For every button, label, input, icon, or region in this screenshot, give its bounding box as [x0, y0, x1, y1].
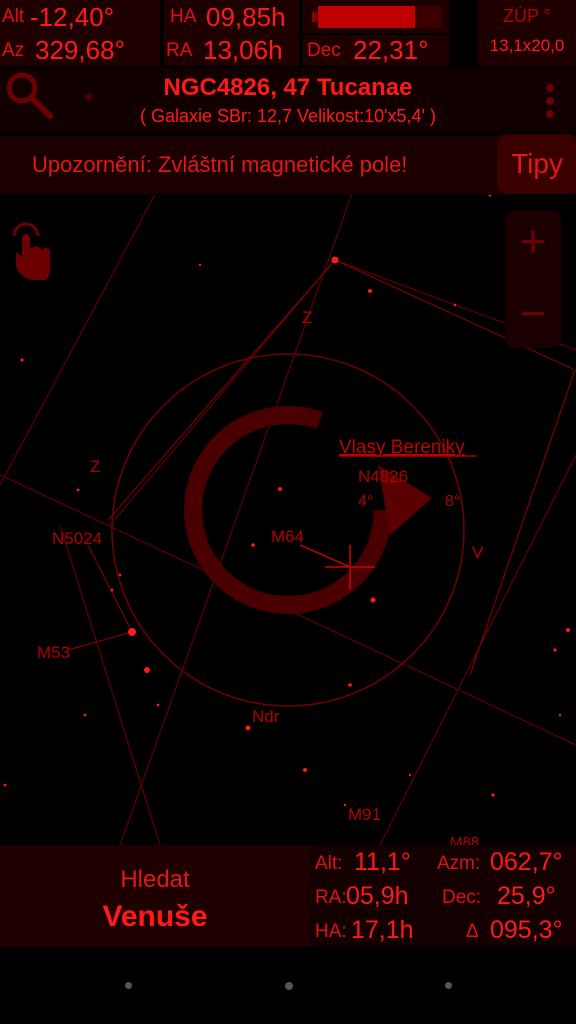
- delta-value: 095,3°: [490, 916, 563, 944]
- target-alt-value: 11,1°: [354, 848, 411, 876]
- warning-text: Upozornění: Zvláštní magnetické pole!: [32, 152, 408, 177]
- sky-map[interactable]: Vlasy Bereniky N4826 4° 8° M64 N5024 M53…: [0, 195, 576, 845]
- m88-label: M88: [450, 834, 479, 845]
- touch-hand-icon[interactable]: [6, 222, 56, 282]
- ha-label: HA: [170, 6, 197, 27]
- nav-recents-dot[interactable]: [445, 982, 452, 989]
- constellation-lines: [67, 259, 576, 676]
- constellation-label: Vlasy Bereniky: [339, 437, 465, 458]
- grid-lines: [0, 195, 576, 845]
- zoom-in-button[interactable]: +: [505, 210, 561, 276]
- target-azm-label: Azm:: [437, 853, 481, 874]
- m64-label: M64: [271, 527, 304, 546]
- battery-fill: [318, 6, 415, 28]
- n5024-label: N5024: [52, 529, 102, 548]
- zoom-out-button[interactable]: −: [505, 282, 561, 348]
- object-title: NGC4826, 47 Tucanae: [163, 74, 413, 101]
- ndr-label: Ndr: [252, 707, 280, 726]
- target-ra-value: 05,9h: [346, 882, 409, 910]
- tips-button[interactable]: Tipy: [497, 134, 576, 194]
- v-label: V: [472, 543, 484, 562]
- fov-label: ZÚP °: [503, 6, 551, 26]
- m91-label: M91: [348, 805, 381, 824]
- az-value: 329,68°: [35, 35, 125, 65]
- dec-label: Dec: [307, 40, 341, 61]
- target-azm-value: 062,7°: [490, 848, 563, 876]
- mag-right-label: 8°: [445, 493, 460, 510]
- nav-home-dot[interactable]: [285, 982, 293, 990]
- ra-label: RA: [166, 40, 193, 61]
- ra-value: 13,06h: [203, 35, 283, 65]
- m53-label: M53: [37, 643, 70, 662]
- delta-label: Δ: [466, 921, 479, 942]
- az-label: Az: [2, 40, 25, 61]
- battery-icon: [312, 5, 444, 29]
- fov-value: 13,1x20,0: [489, 36, 565, 55]
- z-label-top: Z: [302, 308, 312, 327]
- search-target: Venuše: [102, 900, 208, 933]
- mag-left-label: 4°: [358, 493, 373, 510]
- object-subtitle: ( Galaxie SBr: 12,7 Velikost:10'x5,4' ): [139, 106, 436, 126]
- stars: [3, 195, 570, 807]
- target-alt-label: Alt:: [315, 853, 343, 874]
- z-label-left: Z: [90, 457, 100, 476]
- target-ha-label: HA:: [315, 921, 347, 942]
- target-label: N4826: [358, 467, 408, 486]
- dec-value: 22,31°: [353, 35, 429, 65]
- target-ra-label: RA:: [315, 887, 347, 908]
- target-dec-value: 25,9°: [497, 882, 556, 910]
- battery-shape: [312, 6, 442, 28]
- search-label: Hledat: [120, 866, 190, 893]
- alt-value: -12,40°: [30, 2, 115, 32]
- target-dec-label: Dec:: [442, 887, 482, 908]
- alt-label: Alt: [2, 6, 25, 27]
- ha-value: 09,85h: [206, 2, 286, 32]
- target-ha-value: 17,1h: [351, 916, 414, 944]
- more-icon[interactable]: [540, 82, 560, 122]
- nav-back-dot[interactable]: [125, 982, 132, 989]
